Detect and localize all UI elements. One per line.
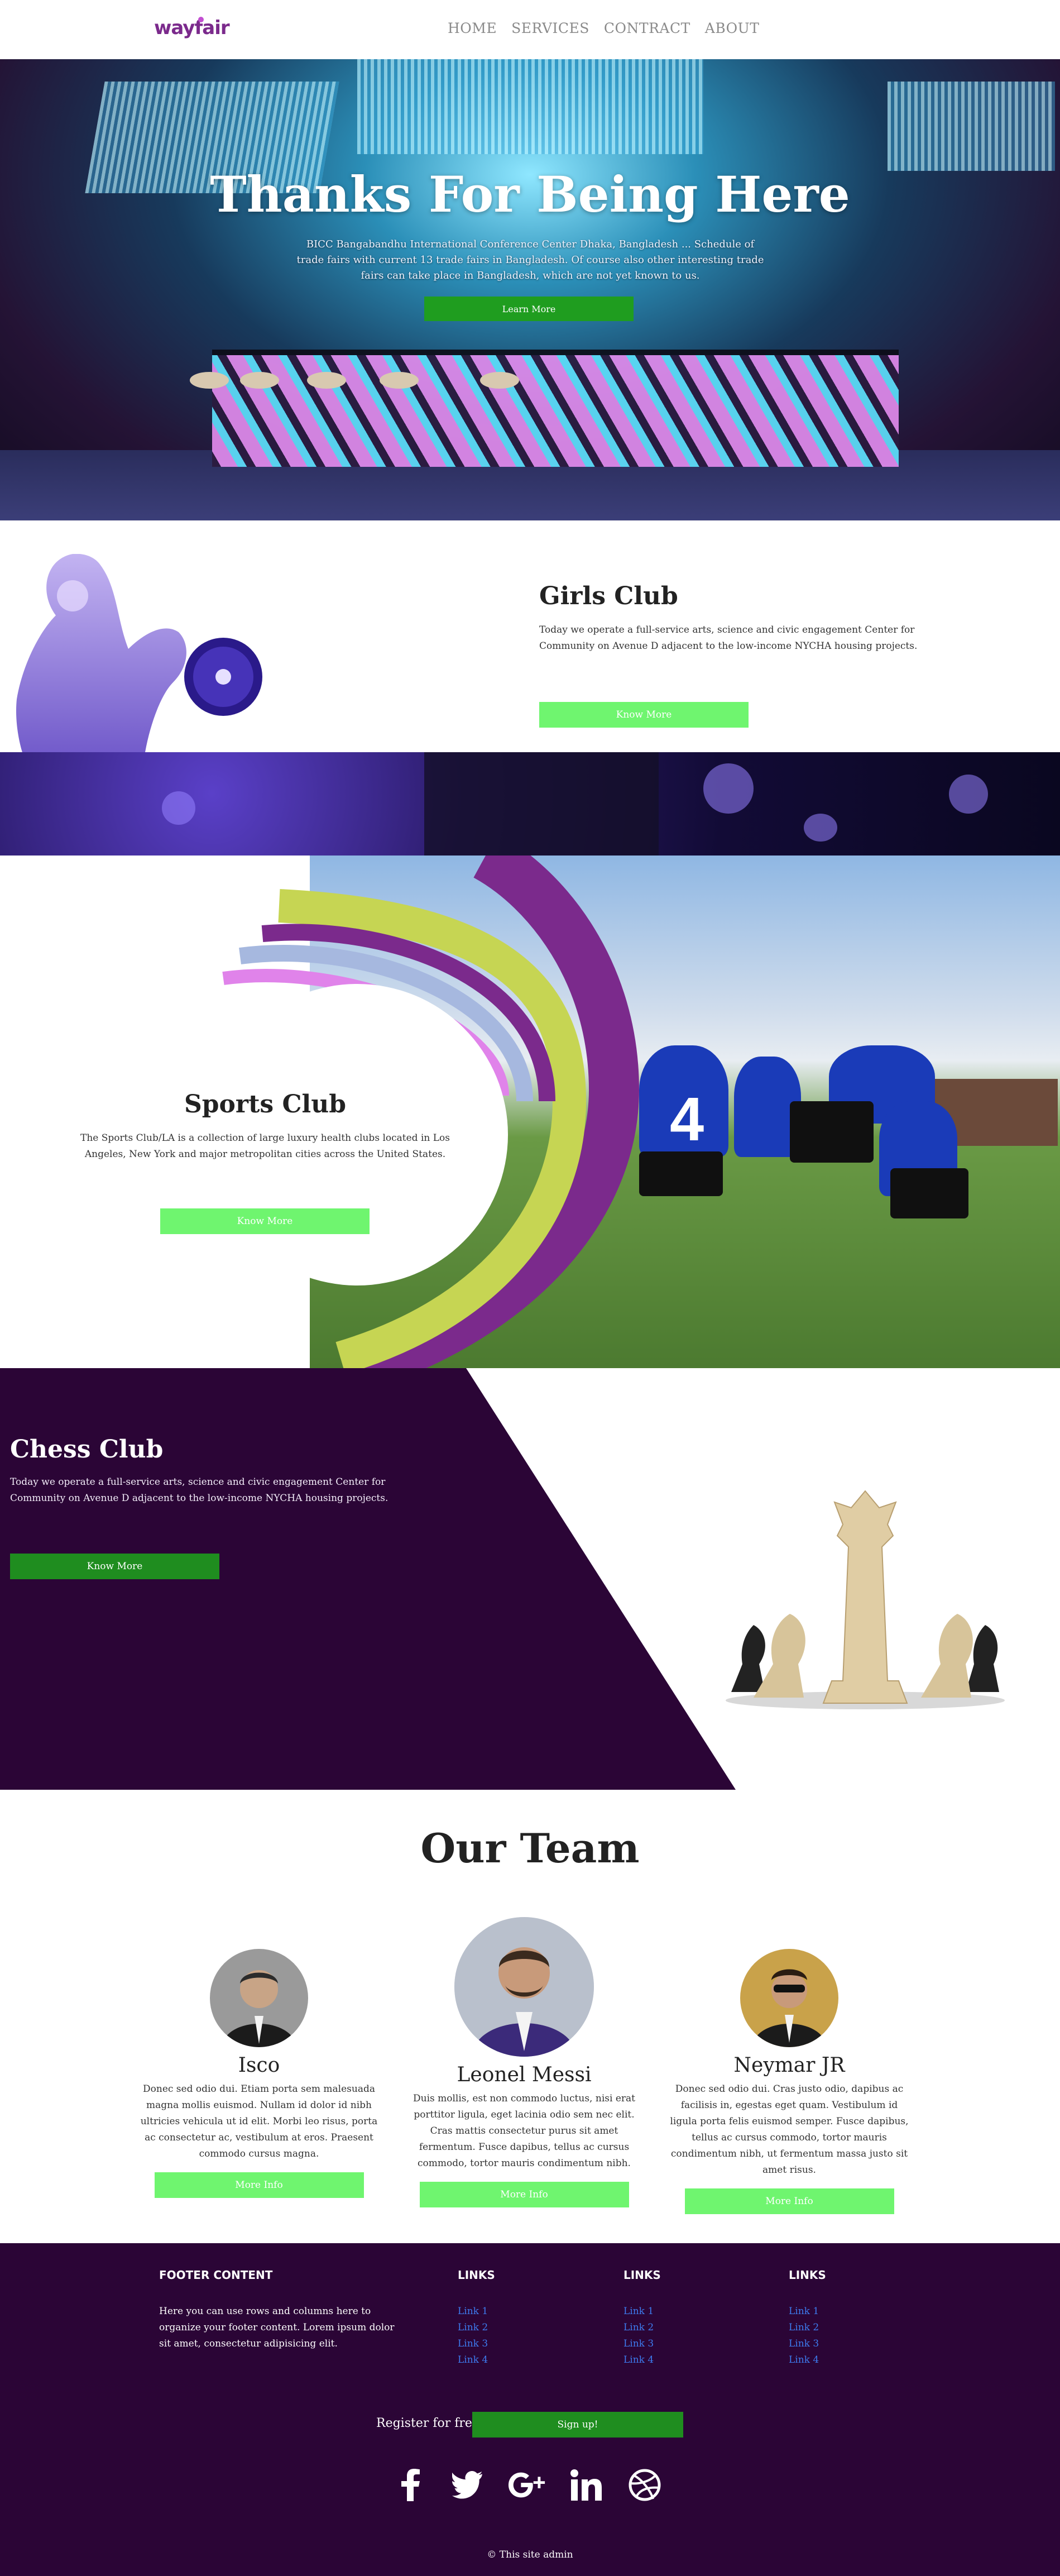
top-nav: wayfair HOME SERVICES CONTRACT ABOUT bbox=[0, 0, 1060, 59]
footer-links-list: Link 1 Link 2 Link 3 Link 4 bbox=[789, 2303, 819, 2368]
girls-club-banner-strip bbox=[0, 752, 1060, 856]
twitter-icon[interactable] bbox=[449, 2465, 488, 2505]
team-member-card: Neymar JR Donec sed odio dui. Cras justo… bbox=[666, 1949, 912, 2214]
more-info-button[interactable]: More Info bbox=[684, 2188, 894, 2214]
chess-club-title: Chess Club bbox=[10, 1435, 164, 1464]
linkedin-icon[interactable] bbox=[567, 2465, 606, 2505]
team-member-name: Isco bbox=[238, 2054, 280, 2077]
footer-content-text: Here you can use rows and columns here t… bbox=[159, 2306, 395, 2349]
bokeh-light bbox=[804, 814, 837, 842]
footer-links-heading: LINKS bbox=[623, 2268, 661, 2282]
register-text: Register for free bbox=[376, 2416, 479, 2430]
learn-more-button[interactable]: Learn More bbox=[424, 297, 634, 321]
nav-link-home[interactable]: HOME bbox=[448, 20, 497, 36]
footer-links-heading: LINKS bbox=[458, 2268, 495, 2282]
social-icons bbox=[391, 2465, 670, 2510]
avatar bbox=[740, 1949, 838, 2047]
nav-link-about[interactable]: ABOUT bbox=[705, 20, 760, 36]
hero-stool bbox=[307, 372, 346, 389]
bokeh-light bbox=[703, 763, 754, 814]
dribbble-icon[interactable] bbox=[625, 2465, 664, 2505]
footer: FOOTER CONTENT Here you can use rows and… bbox=[0, 2243, 1060, 2576]
more-info-button[interactable]: More Info bbox=[419, 2182, 629, 2207]
hero-stool bbox=[240, 372, 279, 389]
team-member-name: Neymar JR bbox=[733, 2054, 845, 2077]
hero-bar-counter bbox=[212, 350, 899, 467]
avatar bbox=[210, 1949, 308, 2047]
logo[interactable]: wayfair bbox=[154, 17, 230, 39]
bokeh-light bbox=[949, 775, 988, 814]
sign-up-button[interactable]: Sign up! bbox=[472, 2412, 683, 2438]
our-team-title: Our Team bbox=[420, 1824, 640, 1872]
footer-link[interactable]: Link 2 bbox=[623, 2320, 654, 2336]
bokeh-light bbox=[162, 791, 195, 825]
footer-link[interactable]: Link 4 bbox=[458, 2352, 488, 2368]
footer-link[interactable]: Link 4 bbox=[623, 2352, 654, 2368]
nav-link-contract[interactable]: CONTRACT bbox=[604, 20, 690, 36]
google-plus-icon[interactable] bbox=[508, 2465, 547, 2505]
footer-link[interactable]: Link 1 bbox=[623, 2303, 654, 2320]
more-info-button[interactable]: More Info bbox=[154, 2172, 364, 2198]
jersey-number: 4 bbox=[670, 1085, 704, 1154]
footer-link[interactable]: Link 1 bbox=[789, 2303, 819, 2320]
hero-stool bbox=[380, 372, 419, 389]
girls-club-know-more-button[interactable]: Know More bbox=[539, 702, 749, 728]
footer-links-list: Link 1 Link 2 Link 3 Link 4 bbox=[458, 2303, 488, 2368]
copyright-text: © This site admin bbox=[487, 2549, 573, 2560]
team-member-card: Leonel Messi Duis mollis, est non commod… bbox=[401, 1917, 647, 2207]
hero-stool bbox=[190, 372, 229, 389]
sports-club-section: 4 Sports Club The Sports Club/LA is a co… bbox=[0, 856, 1060, 1368]
footer-links-list: Link 1 Link 2 Link 3 Link 4 bbox=[623, 2303, 654, 2368]
team-member-name: Leonel Messi bbox=[457, 2063, 592, 2086]
hero-chandelier-center bbox=[357, 59, 703, 154]
girls-club-title: Girls Club bbox=[539, 582, 678, 610]
nav-links: HOME SERVICES CONTRACT ABOUT bbox=[448, 20, 759, 36]
logo-dot-icon bbox=[198, 17, 204, 22]
hero-stool bbox=[480, 372, 519, 389]
footer-link[interactable]: Link 3 bbox=[623, 2336, 654, 2352]
team-member-card: Isco Donec sed odio dui. Etiam porta sem… bbox=[136, 1949, 382, 2198]
hero-title: Thanks For Being Here bbox=[210, 165, 850, 223]
chess-club-text: Today we operate a full-service arts, sc… bbox=[10, 1476, 388, 1504]
avatar bbox=[454, 1917, 594, 2057]
sports-club-text: The Sports Club/LA is a collection of la… bbox=[80, 1132, 450, 1160]
chess-pieces-image bbox=[726, 1490, 1005, 1709]
our-team-section: Our Team Isco Donec sed odio dui. Etiam … bbox=[0, 1790, 1060, 2243]
facebook-icon[interactable] bbox=[391, 2465, 430, 2505]
team-member-bio: Duis mollis, est non commodo luctus, nis… bbox=[413, 2093, 635, 2169]
hero-section: Thanks For Being Here BICC Bangabandhu I… bbox=[0, 59, 1060, 520]
sports-club-title: Sports Club bbox=[184, 1090, 346, 1119]
chess-club-section: Chess Club Today we operate a full-servi… bbox=[0, 1368, 1060, 1790]
footer-link[interactable]: Link 2 bbox=[458, 2320, 488, 2336]
hero-chandelier-right bbox=[888, 82, 1055, 171]
team-member-bio: Donec sed odio dui. Etiam porta sem male… bbox=[140, 2083, 378, 2159]
team-member-bio: Donec sed odio dui. Cras justo odio, dap… bbox=[670, 2083, 909, 2176]
girls-club-section: Girls Club Today we operate a full-servi… bbox=[0, 520, 1060, 752]
footer-link[interactable]: Link 3 bbox=[789, 2336, 819, 2352]
sports-club-know-more-button[interactable]: Know More bbox=[160, 1208, 370, 1234]
footer-link[interactable]: Link 2 bbox=[789, 2320, 819, 2336]
footer-content-heading: FOOTER CONTENT bbox=[159, 2268, 273, 2282]
footer-links-heading: LINKS bbox=[789, 2268, 826, 2282]
footer-link[interactable]: Link 1 bbox=[458, 2303, 488, 2320]
footer-link[interactable]: Link 3 bbox=[458, 2336, 488, 2352]
hero-text: BICC Bangabandhu International Conferenc… bbox=[296, 238, 764, 281]
girls-club-dj-image bbox=[16, 554, 262, 752]
girls-club-text: Today we operate a full-service arts, sc… bbox=[539, 624, 918, 652]
bokeh-light bbox=[424, 752, 659, 856]
footer-link[interactable]: Link 4 bbox=[789, 2352, 819, 2368]
chess-club-know-more-button[interactable]: Know More bbox=[10, 1554, 219, 1579]
nav-link-services[interactable]: SERVICES bbox=[511, 20, 589, 36]
